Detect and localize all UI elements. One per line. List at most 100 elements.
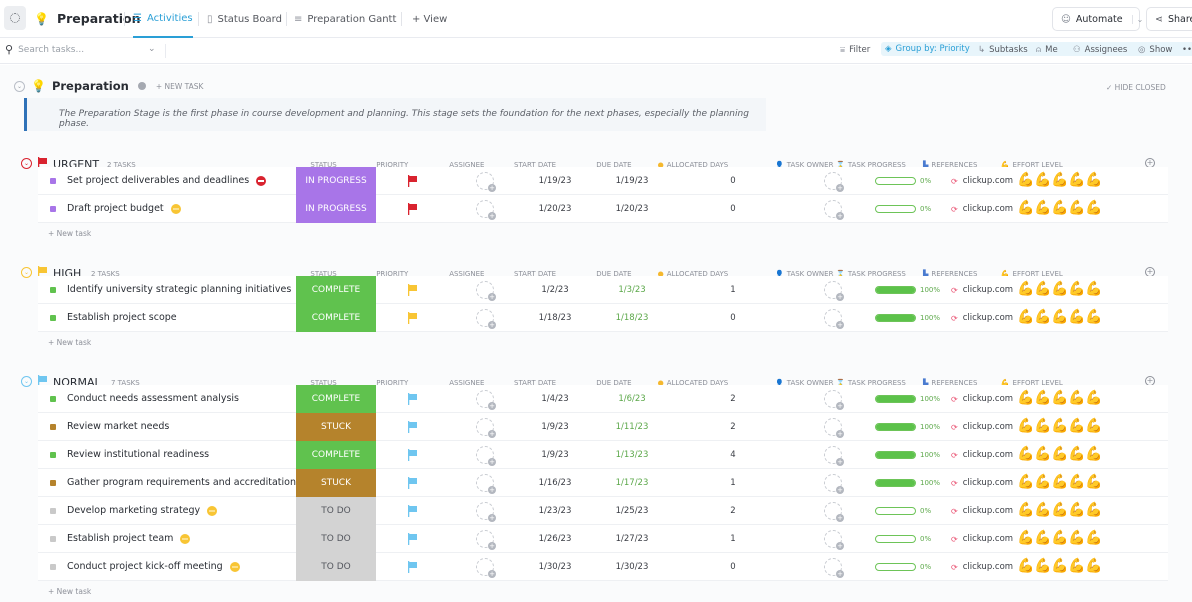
task-name[interactable]: Review institutional readiness xyxy=(67,449,209,460)
allocated-days[interactable]: 1 xyxy=(718,534,748,544)
flexed-arm-icon[interactable]: 💪 xyxy=(1068,309,1085,326)
flexed-arm-icon[interactable]: 💪 xyxy=(1034,446,1051,463)
task-name[interactable]: Establish project team xyxy=(67,533,191,544)
flexed-arm-icon[interactable]: 💪 xyxy=(1017,418,1034,435)
flexed-arm-icon[interactable]: 💪 xyxy=(1051,281,1068,298)
flexed-arm-icon[interactable]: 💪 xyxy=(1051,502,1068,519)
new-task-link[interactable]: + New task xyxy=(48,338,91,347)
flexed-arm-icon[interactable]: 💪 xyxy=(1068,390,1085,407)
flexed-arm-icon[interactable]: 💪 xyxy=(1085,309,1102,326)
effort-rating[interactable]: 💪 💪 💪 💪 💪 xyxy=(1017,530,1102,547)
allocated-days[interactable]: 1 xyxy=(718,478,748,488)
flexed-arm-icon[interactable]: 💪 xyxy=(1034,172,1051,189)
effort-rating[interactable]: 💪 💪 💪 💪 💪 xyxy=(1017,281,1102,298)
assignees-button[interactable]: ⚇ Assignees xyxy=(1073,45,1127,55)
share-button[interactable]: ⋖ Share xyxy=(1146,7,1192,31)
start-date[interactable]: 1/20/23 xyxy=(520,204,590,214)
flexed-arm-icon[interactable]: 💪 xyxy=(1017,530,1034,547)
chevron-down-icon[interactable]: ⌄ xyxy=(1131,14,1143,24)
effort-rating[interactable]: 💪 💪 💪 💪 💪 xyxy=(1017,446,1102,463)
flexed-arm-icon[interactable]: 💪 xyxy=(1085,474,1102,491)
collapse-group-icon[interactable]: ⌄ xyxy=(21,267,32,278)
start-date[interactable]: 1/2/23 xyxy=(520,285,590,295)
task-name[interactable]: Conduct project kick-off meeting xyxy=(67,561,240,572)
task-row[interactable]: Review institutional readiness COMPLETE … xyxy=(38,441,1168,469)
flexed-arm-icon[interactable]: 💪 xyxy=(1085,446,1102,463)
waiting-icon[interactable] xyxy=(170,203,181,214)
reference-link[interactable]: ⟳ clickup.com xyxy=(951,506,1013,516)
task-name[interactable]: Identify university strategic planning i… xyxy=(67,284,291,295)
allocated-days[interactable]: 2 xyxy=(718,422,748,432)
add-assignee-icon[interactable] xyxy=(476,530,496,550)
task-name[interactable]: Draft project budget xyxy=(67,203,181,214)
flexed-arm-icon[interactable]: 💪 xyxy=(1051,558,1068,575)
add-task-owner-icon[interactable] xyxy=(824,474,844,494)
flexed-arm-icon[interactable]: 💪 xyxy=(1051,172,1068,189)
priority-flag-icon[interactable] xyxy=(407,175,418,187)
flexed-arm-icon[interactable]: 💪 xyxy=(1051,390,1068,407)
flexed-arm-icon[interactable]: 💪 xyxy=(1034,390,1051,407)
new-task-link[interactable]: + New task xyxy=(48,229,91,238)
priority-flag-icon[interactable] xyxy=(407,284,418,296)
status-badge[interactable]: COMPLETE xyxy=(296,276,376,304)
priority-flag-icon[interactable] xyxy=(407,533,418,545)
info-icon[interactable] xyxy=(137,82,146,90)
task-name[interactable]: Gather program requirements and accredit… xyxy=(67,477,296,488)
start-date[interactable]: 1/30/23 xyxy=(520,562,590,572)
allocated-days[interactable]: 0 xyxy=(718,313,748,323)
status-badge[interactable]: STUCK xyxy=(296,469,376,497)
status-badge[interactable]: COMPLETE xyxy=(296,385,376,413)
flexed-arm-icon[interactable]: 💪 xyxy=(1017,390,1034,407)
flexed-arm-icon[interactable]: 💪 xyxy=(1085,390,1102,407)
task-row[interactable]: Set project deliverables and deadlines I… xyxy=(38,167,1168,195)
status-badge[interactable]: TO DO xyxy=(296,497,376,525)
priority-flag-icon[interactable] xyxy=(407,421,418,433)
flexed-arm-icon[interactable]: 💪 xyxy=(1034,418,1051,435)
effort-rating[interactable]: 💪 💪 💪 💪 💪 xyxy=(1017,558,1102,575)
flexed-arm-icon[interactable]: 💪 xyxy=(1017,281,1034,298)
allocated-days[interactable]: 2 xyxy=(718,394,748,404)
add-assignee-icon[interactable] xyxy=(476,390,496,410)
task-row[interactable]: Establish project team TO DO 1/26/23 1/2… xyxy=(38,525,1168,553)
add-assignee-icon[interactable] xyxy=(476,281,496,301)
add-assignee-icon[interactable] xyxy=(476,200,496,220)
due-date[interactable]: 1/13/23 xyxy=(597,450,667,460)
task-row[interactable]: Gather program requirements and accredit… xyxy=(38,469,1168,497)
automate-button[interactable]: ☺ Automate ⌄ xyxy=(1052,7,1143,31)
status-badge[interactable]: TO DO xyxy=(296,553,376,581)
flexed-arm-icon[interactable]: 💪 xyxy=(1051,200,1068,217)
add-task-owner-icon[interactable] xyxy=(824,418,844,438)
priority-flag-icon[interactable] xyxy=(407,561,418,573)
waiting-icon[interactable] xyxy=(180,533,191,544)
flexed-arm-icon[interactable]: 💪 xyxy=(1034,502,1051,519)
flexed-arm-icon[interactable]: 💪 xyxy=(1068,172,1085,189)
status-dot[interactable] xyxy=(50,178,56,184)
start-date[interactable]: 1/16/23 xyxy=(520,478,590,488)
flexed-arm-icon[interactable]: 💪 xyxy=(1034,474,1051,491)
waiting-icon[interactable] xyxy=(207,505,218,516)
status-dot[interactable] xyxy=(50,536,56,542)
due-date[interactable]: 1/3/23 xyxy=(597,285,667,295)
flexed-arm-icon[interactable]: 💪 xyxy=(1051,474,1068,491)
due-date[interactable]: 1/25/23 xyxy=(597,506,667,516)
effort-rating[interactable]: 💪 💪 💪 💪 💪 xyxy=(1017,200,1102,217)
allocated-days[interactable]: 0 xyxy=(718,562,748,572)
flexed-arm-icon[interactable]: 💪 xyxy=(1085,502,1102,519)
status-badge[interactable]: STUCK xyxy=(296,413,376,441)
flexed-arm-icon[interactable]: 💪 xyxy=(1017,474,1034,491)
effort-rating[interactable]: 💪 💪 💪 💪 💪 xyxy=(1017,390,1102,407)
allocated-days[interactable]: 1 xyxy=(718,285,748,295)
status-badge[interactable]: COMPLETE xyxy=(296,441,376,469)
add-task-owner-icon[interactable] xyxy=(824,200,844,220)
start-date[interactable]: 1/26/23 xyxy=(520,534,590,544)
status-dot[interactable] xyxy=(50,206,56,212)
flexed-arm-icon[interactable]: 💪 xyxy=(1051,418,1068,435)
effort-rating[interactable]: 💪 💪 💪 💪 💪 xyxy=(1017,502,1102,519)
status-dot[interactable] xyxy=(50,452,56,458)
flexed-arm-icon[interactable]: 💪 xyxy=(1068,200,1085,217)
add-task-owner-icon[interactable] xyxy=(824,530,844,550)
flexed-arm-icon[interactable]: 💪 xyxy=(1017,200,1034,217)
task-name[interactable]: Establish project scope xyxy=(67,312,177,323)
flexed-arm-icon[interactable]: 💪 xyxy=(1017,446,1034,463)
start-date[interactable]: 1/18/23 xyxy=(520,313,590,323)
